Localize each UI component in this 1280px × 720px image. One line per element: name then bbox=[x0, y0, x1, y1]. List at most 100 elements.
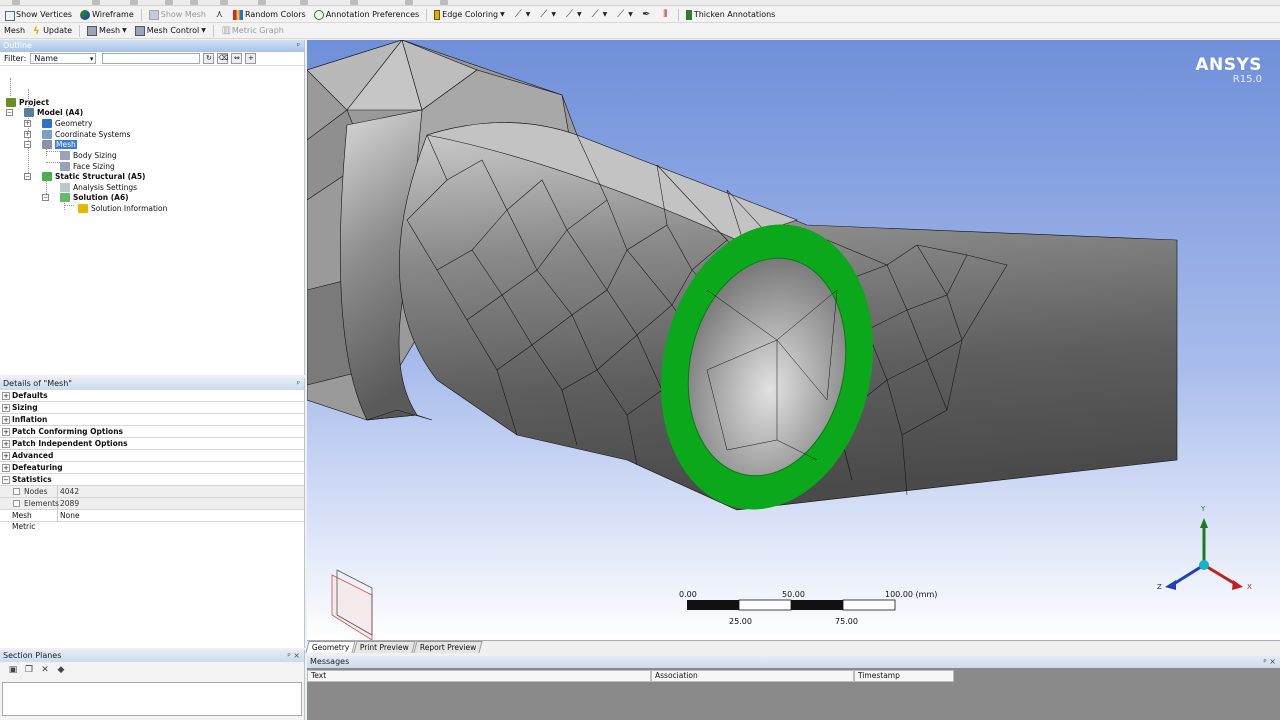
tree-node-model[interactable]: Model (A4) bbox=[24, 107, 83, 118]
toolbar-icon[interactable] bbox=[12, 0, 20, 5]
details-category-statistics[interactable]: − Statistics bbox=[0, 474, 304, 486]
edge-style-dropdown-1[interactable]: ⟋ ▼ bbox=[509, 8, 535, 22]
plane-view-icon[interactable]: ◆ bbox=[56, 665, 66, 675]
tree-node-solution-information[interactable]: Solution Information bbox=[78, 203, 167, 214]
tab-print-preview[interactable]: Print Preview bbox=[353, 641, 416, 653]
edge-toggle-button[interactable]: ⫴ bbox=[656, 8, 675, 22]
collapse-icon[interactable]: − bbox=[24, 173, 31, 180]
tab-report-preview[interactable]: Report Preview bbox=[413, 641, 484, 653]
show-mesh-button[interactable]: Show Mesh bbox=[145, 8, 210, 22]
random-colors-button[interactable]: Random Colors bbox=[229, 8, 310, 22]
collapse-icon[interactable]: − bbox=[42, 194, 49, 201]
collapse-icon[interactable]: − bbox=[6, 109, 13, 116]
explode-button[interactable]: ⋏ bbox=[210, 8, 229, 22]
tree-node-geometry[interactable]: Geometry bbox=[42, 118, 92, 129]
expand-icon[interactable]: + bbox=[24, 120, 31, 127]
tree-node-body-sizing[interactable]: Body Sizing bbox=[60, 150, 117, 161]
show-vertices-button[interactable]: Show Vertices bbox=[0, 8, 76, 22]
tree-node-mesh[interactable]: Mesh bbox=[42, 139, 77, 150]
details-category-patch-conforming[interactable]: + Patch Conforming Options bbox=[0, 426, 304, 438]
delete-plane-icon[interactable]: ✕ bbox=[40, 665, 50, 675]
toolbar-icon[interactable] bbox=[165, 0, 173, 5]
filter-select[interactable]: Name bbox=[30, 53, 97, 64]
edge-style-dropdown-3[interactable]: ⟋ ▼ bbox=[560, 8, 586, 22]
filter-search-input[interactable] bbox=[102, 53, 201, 64]
expand-icon[interactable]: + bbox=[24, 131, 31, 138]
edge-style-dropdown-4[interactable]: ⟋ ▼ bbox=[586, 8, 612, 22]
mesh-icon bbox=[148, 9, 159, 20]
add-plane-icon[interactable]: ▣ bbox=[8, 665, 18, 675]
annotation-preferences-button[interactable]: Annotation Preferences bbox=[310, 8, 423, 22]
column-text[interactable]: Text bbox=[307, 670, 651, 682]
axis-x-label: X bbox=[1247, 583, 1252, 591]
wireframe-button[interactable]: Wireframe bbox=[76, 8, 138, 22]
tab-geometry[interactable]: Geometry bbox=[305, 641, 357, 653]
column-association[interactable]: Association bbox=[651, 670, 854, 682]
edge-coloring-dropdown[interactable]: Edge Coloring ▼ bbox=[430, 8, 509, 22]
toolbar-icon[interactable] bbox=[130, 0, 138, 5]
pin-icon[interactable]: ᵖ bbox=[297, 378, 300, 390]
edge-style-icon: ⟋ bbox=[565, 8, 573, 20]
mesh-menu-dropdown[interactable]: Mesh ▼ bbox=[83, 24, 131, 38]
details-panel: Details of "Mesh" ᵖ + Defaults + Sizing + I… bbox=[0, 378, 305, 648]
toolbar-icon[interactable] bbox=[440, 0, 448, 5]
expand-icon[interactable]: + bbox=[2, 451, 10, 460]
details-category-defeaturing[interactable]: + Defeaturing bbox=[0, 462, 304, 474]
scale-label-0: 0.00 bbox=[679, 590, 697, 599]
thicken-icon bbox=[685, 9, 692, 20]
collapse-icon[interactable]: − bbox=[2, 475, 10, 484]
details-category-inflation[interactable]: + Inflation bbox=[0, 414, 304, 426]
ansys-logo: ANSYS R15.0 bbox=[1195, 55, 1262, 85]
toolbar-icon[interactable] bbox=[220, 0, 228, 5]
clear-filter-icon[interactable]: ⌫ bbox=[217, 53, 229, 64]
toolbar-icon[interactable] bbox=[190, 0, 198, 5]
copy-plane-icon[interactable]: ❐ bbox=[24, 665, 34, 675]
tree-node-static-structural[interactable]: Static Structural (A5) bbox=[42, 171, 145, 182]
axis-y-label: Y bbox=[1201, 505, 1206, 513]
update-button[interactable]: ϟ Update bbox=[29, 24, 76, 38]
pin-edges-button[interactable]: ✒ bbox=[637, 8, 656, 22]
column-timestamp[interactable]: Timestamp bbox=[854, 670, 954, 682]
expand-icon[interactable]: + bbox=[2, 463, 10, 472]
details-category-sizing[interactable]: + Sizing bbox=[0, 402, 304, 414]
details-category-patch-independent[interactable]: + Patch Independent Options bbox=[0, 438, 304, 450]
details-category-defaults[interactable]: + Defaults bbox=[0, 390, 304, 402]
expand-icon[interactable]: + bbox=[2, 403, 10, 412]
wireframe-icon bbox=[80, 9, 91, 20]
graphics-viewport[interactable]: ANSYS R15.0 Y X Z 0.00 50.00 100.00 (mm)… bbox=[307, 40, 1280, 640]
expand-icon[interactable]: + bbox=[2, 427, 10, 436]
toolbar-icon[interactable] bbox=[258, 0, 266, 5]
toolbar-icon[interactable] bbox=[300, 0, 308, 5]
expand-icon[interactable]: + bbox=[2, 415, 10, 424]
expand-collapse-icon[interactable]: ⇔ bbox=[231, 53, 243, 64]
details-row-mesh-metric[interactable]: Mesh Metric None bbox=[0, 510, 304, 531]
pin-icon[interactable]: ᵖ bbox=[297, 40, 300, 52]
tree-node-solution[interactable]: Solution (A6) bbox=[60, 192, 129, 203]
toolbar-icon[interactable] bbox=[350, 0, 358, 5]
parameter-checkbox[interactable] bbox=[13, 488, 20, 495]
expand-all-icon[interactable]: + bbox=[245, 53, 257, 64]
expand-icon[interactable]: + bbox=[2, 439, 10, 448]
expand-icon[interactable]: + bbox=[2, 391, 10, 400]
collapse-icon[interactable]: − bbox=[24, 141, 31, 148]
edge-style-icon: ⟋ bbox=[617, 8, 625, 20]
toolbar-icon[interactable] bbox=[92, 0, 100, 5]
metric-graph-button[interactable]: ▥ Metric Graph bbox=[217, 24, 288, 38]
toolbar-icon[interactable] bbox=[405, 0, 413, 5]
solution-icon bbox=[60, 193, 70, 202]
thicken-annotations-button[interactable]: Thicken Annotations bbox=[682, 8, 780, 22]
parameter-checkbox[interactable] bbox=[13, 500, 20, 507]
toolbar-separator bbox=[140, 8, 142, 21]
section-planes-list[interactable] bbox=[2, 682, 302, 716]
pin-icon[interactable]: ᵖ × bbox=[287, 650, 300, 662]
edge-style-dropdown-2[interactable]: ⟋ ▼ bbox=[534, 8, 560, 22]
mesh-control-dropdown[interactable]: Mesh Control ▼ bbox=[131, 24, 210, 38]
edge-style-dropdown-5[interactable]: ⟋ ▼ bbox=[611, 8, 637, 22]
outline-panel: Outline ᵖ Filter: Name ↻ ⌫ ⇔ + Project −… bbox=[0, 40, 305, 375]
refresh-icon[interactable]: ↻ bbox=[203, 53, 215, 64]
mesh-context-label[interactable]: Mesh bbox=[0, 24, 29, 38]
details-category-advanced[interactable]: + Advanced bbox=[0, 450, 304, 462]
analysis-settings-icon bbox=[60, 183, 70, 192]
pin-icon[interactable]: ᵖ × bbox=[1263, 656, 1276, 668]
mesh-icon bbox=[87, 25, 98, 36]
